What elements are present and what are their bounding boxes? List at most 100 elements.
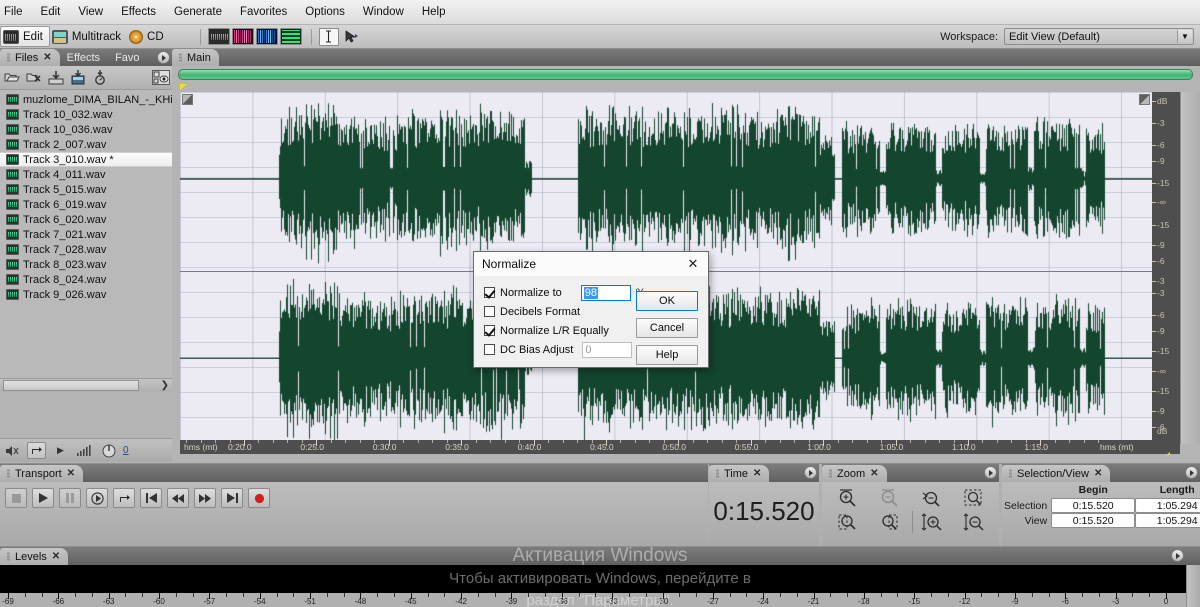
menu-item-favorites[interactable]: Favorites (231, 3, 296, 21)
normalize-lr-equally-checkbox[interactable] (484, 325, 495, 336)
list-item[interactable]: Track 7_028.wav (0, 242, 172, 257)
mute-preview-icon[interactable] (3, 442, 22, 459)
normalize-dialog[interactable]: Normalize ✕ Normalize to 98 % Decibels F… (473, 251, 709, 368)
rewind-button[interactable] (167, 488, 189, 508)
channel-left-handle[interactable] (182, 94, 193, 105)
close-icon[interactable]: ✕ (678, 252, 708, 276)
list-item[interactable]: Track 10_036.wav (0, 122, 172, 137)
dc-bias-adjust-input[interactable]: 0 (582, 341, 633, 358)
tab-transport[interactable]: Transport ✕ (0, 465, 84, 482)
list-item[interactable]: Track 4_011.wav (0, 167, 172, 182)
list-item[interactable]: Track 6_019.wav (0, 197, 172, 212)
selection-length-field[interactable]: 1:05.294 (1135, 498, 1200, 513)
pause-button[interactable] (59, 488, 81, 508)
mode-button-multitrack[interactable]: Multitrack (50, 26, 127, 47)
time-panel-menu-button[interactable] (804, 466, 817, 479)
tab-zoom[interactable]: Zoom ✕ (822, 465, 887, 482)
zoom-in-vertically-icon[interactable] (911, 511, 952, 533)
record-button[interactable] (248, 488, 270, 508)
waveform-channel-left[interactable] (180, 92, 1152, 265)
mode-button-cd[interactable]: CD (127, 26, 170, 47)
help-button[interactable]: Help (636, 345, 698, 365)
view-begin-field[interactable]: 0:15.520 (1051, 513, 1136, 528)
menu-item-help[interactable]: Help (413, 3, 455, 21)
selection-start-marker-icon[interactable] (180, 84, 187, 90)
view-button-spectral-phase-icon[interactable] (279, 28, 302, 45)
list-item[interactable]: Track 6_020.wav (0, 212, 172, 227)
zoom-out-vertically-icon[interactable] (953, 511, 993, 533)
close-icon[interactable]: ✕ (43, 52, 51, 63)
tab-effects[interactable]: Effects (60, 49, 108, 66)
list-item[interactable]: Track 5_015.wav (0, 182, 172, 197)
zoom-in-to-left-edge-icon[interactable] (828, 511, 868, 533)
close-icon[interactable]: ✕ (753, 468, 761, 479)
menu-item-file[interactable]: File (2, 3, 32, 21)
list-item[interactable]: Track 8_024.wav (0, 272, 172, 287)
file-list-scrollbar[interactable]: ❯ (0, 378, 172, 392)
dialog-title-bar[interactable]: Normalize ✕ (474, 252, 708, 276)
scrollbar-thumb[interactable] (3, 380, 139, 391)
horizontal-scrollbar-main[interactable] (172, 455, 1200, 463)
tab-selection-view[interactable]: Selection/View ✕ (1002, 465, 1111, 482)
stop-button[interactable] (5, 488, 27, 508)
menu-item-edit[interactable]: Edit (32, 3, 70, 21)
list-item[interactable]: Track 8_023.wav (0, 257, 172, 272)
view-length-field[interactable]: 1:05.294 (1135, 513, 1200, 528)
levels-scrollbar[interactable] (1186, 565, 1200, 607)
menu-item-effects[interactable]: Effects (112, 3, 165, 21)
menu-item-options[interactable]: Options (296, 3, 354, 21)
ok-button[interactable]: OK (636, 291, 698, 311)
time-value[interactable]: 0:15.520 (709, 482, 819, 527)
close-icon[interactable]: ✕ (870, 468, 878, 479)
time-selection-tool-icon[interactable] (318, 27, 339, 46)
list-item[interactable]: Track 7_021.wav (0, 227, 172, 242)
tab-files[interactable]: Files ✕ (0, 49, 60, 66)
file-list[interactable]: muzlome_DIMA_BILAN_-_KHimiy Track 10_032.… (0, 90, 172, 392)
workspace-select[interactable]: Edit View (Default) ▼ (1004, 28, 1194, 45)
view-button-waveform-icon[interactable] (207, 28, 230, 45)
files-panel-menu-button[interactable] (157, 51, 170, 64)
insert-into-cd-list-icon[interactable] (70, 70, 86, 85)
tab-main[interactable]: Main (172, 49, 219, 66)
zoom-to-selection-icon[interactable] (953, 487, 993, 509)
insert-into-multitrack-icon[interactable] (48, 70, 64, 85)
volume-bars-icon[interactable] (75, 442, 94, 459)
view-button-spectral-pan-icon[interactable] (255, 28, 278, 45)
dc-bias-adjust-checkbox[interactable] (484, 344, 495, 355)
go-to-end-button[interactable] (221, 488, 243, 508)
list-item[interactable]: Track 9_026.wav (0, 287, 172, 302)
tab-levels[interactable]: Levels ✕ (0, 548, 69, 565)
decibels-format-checkbox[interactable] (484, 306, 495, 317)
levels-meter[interactable] (0, 565, 1186, 593)
batch-process-icon[interactable] (92, 70, 108, 85)
loop-button[interactable] (113, 488, 135, 508)
file-overview-bar[interactable] (178, 69, 1193, 80)
fast-forward-button[interactable] (194, 488, 216, 508)
db-ruler[interactable]: dB -3 -6 -9 -15 -∞ -15 -9 -6 -3 -3 -6 -9 -15 -∞ -15 -9 -6… (1152, 92, 1180, 448)
show-metadata-icon[interactable] (152, 70, 170, 85)
levels-panel-menu-button[interactable] (1171, 549, 1184, 562)
view-button-spectral-frequency-icon[interactable] (231, 28, 254, 45)
close-file-icon[interactable] (26, 70, 42, 85)
play-button[interactable] (32, 488, 54, 508)
play-preview-icon[interactable]: ▶ (51, 442, 70, 459)
timeline-ruler[interactable]: hms (mt) hms (mt) 0:20.0 0:25.0 0:30.0 0:35.0… (180, 440, 1180, 458)
tab-favorites[interactable]: Favo (108, 49, 147, 66)
marker-strip[interactable] (172, 83, 1200, 90)
volume-knob-icon[interactable] (99, 442, 118, 459)
close-icon[interactable]: ✕ (52, 551, 60, 562)
volume-value[interactable]: 0 (123, 445, 129, 456)
selection-view-panel-menu-button[interactable] (1185, 466, 1198, 479)
mode-button-edit[interactable]: Edit (0, 26, 50, 47)
chevron-down-icon[interactable]: ▼ (1177, 30, 1192, 43)
zoom-in-horizontally-icon[interactable] (828, 487, 868, 509)
move-tool-icon[interactable] (342, 28, 362, 46)
go-to-beginning-button[interactable] (140, 488, 162, 508)
menu-item-view[interactable]: View (69, 3, 112, 21)
zoom-panel-menu-button[interactable] (984, 466, 997, 479)
cancel-button[interactable]: Cancel (636, 318, 698, 338)
chevron-right-icon[interactable]: ❯ (161, 380, 169, 391)
open-file-icon[interactable] (4, 70, 20, 85)
close-icon[interactable]: ✕ (1094, 468, 1102, 479)
zoom-in-to-right-edge-icon[interactable] (870, 511, 910, 533)
